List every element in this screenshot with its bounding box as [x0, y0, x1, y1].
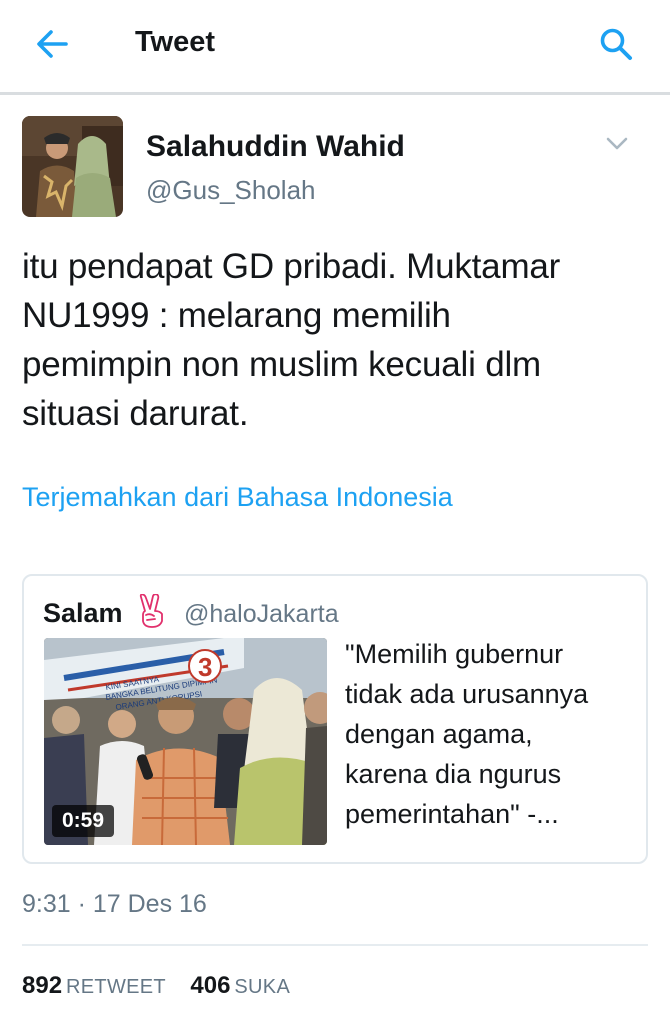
video-thumbnail[interactable]: KINI SAATNYA BANGKA BELITUNG DIPIMPIN OR…: [44, 638, 327, 845]
search-icon: [600, 28, 632, 60]
quoted-text-line: pemerintahan" -...: [345, 799, 559, 829]
top-bar: Tweet: [0, 0, 670, 95]
quoted-tweet-text: "Memilih gubernur tidak ada urusannya de…: [345, 634, 635, 834]
avatar-photo: [22, 116, 123, 217]
arrow-left-icon: [37, 30, 68, 58]
quoted-author-name: Salam: [43, 598, 123, 628]
quoted-text-line: tidak ada urusannya: [345, 679, 589, 709]
tweet-options-button[interactable]: [603, 132, 631, 154]
search-button[interactable]: [596, 24, 636, 64]
quoted-text-line: karena dia ngurus: [345, 759, 562, 789]
author-handle[interactable]: @Gus_Sholah: [146, 175, 316, 206]
tweet-text: itu pendapat GD pribadi. Muktamar NU1999…: [22, 242, 652, 438]
video-duration: 0:59: [52, 805, 115, 837]
chevron-down-icon: [606, 137, 628, 150]
author-name[interactable]: Salahuddin Wahid: [146, 130, 405, 164]
retweet-label[interactable]: RETWEET: [66, 976, 166, 998]
svg-text:3: 3: [198, 652, 212, 682]
stats-divider: [22, 944, 648, 946]
quoted-text-line: "Memilih gubernur: [345, 639, 564, 669]
quoted-author-handle: @haloJakarta: [184, 600, 339, 628]
page-title: Tweet: [135, 26, 216, 58]
header-divider: [0, 92, 670, 95]
quoted-tweet-card[interactable]: Salam @haloJakarta KINI SAATNYA BANGKA B…: [22, 574, 648, 864]
victory-hand-icon: [136, 593, 168, 628]
tweet-stats: 892 RETWEET 406 SUKA: [22, 972, 310, 1000]
back-button[interactable]: [32, 26, 72, 62]
translate-link[interactable]: Terjemahkan dari Bahasa Indonesia: [22, 482, 453, 513]
tweet-text-line: situasi darurat.: [22, 394, 249, 433]
tweet-text-line: pemimpin non muslim kecuali dlm: [22, 345, 541, 384]
tweet-text-line: itu pendapat GD pribadi. Muktamar: [22, 247, 561, 286]
like-count[interactable]: 406: [190, 972, 230, 999]
quoted-text-line: dengan agama,: [345, 719, 533, 749]
like-label[interactable]: SUKA: [234, 976, 290, 998]
tweet-text-line: NU1999 : melarang memilih: [22, 296, 451, 335]
avatar[interactable]: [22, 116, 123, 217]
retweet-count[interactable]: 892: [22, 972, 62, 999]
tweet-timestamp: 9:31 · 17 Des 16: [22, 890, 207, 918]
